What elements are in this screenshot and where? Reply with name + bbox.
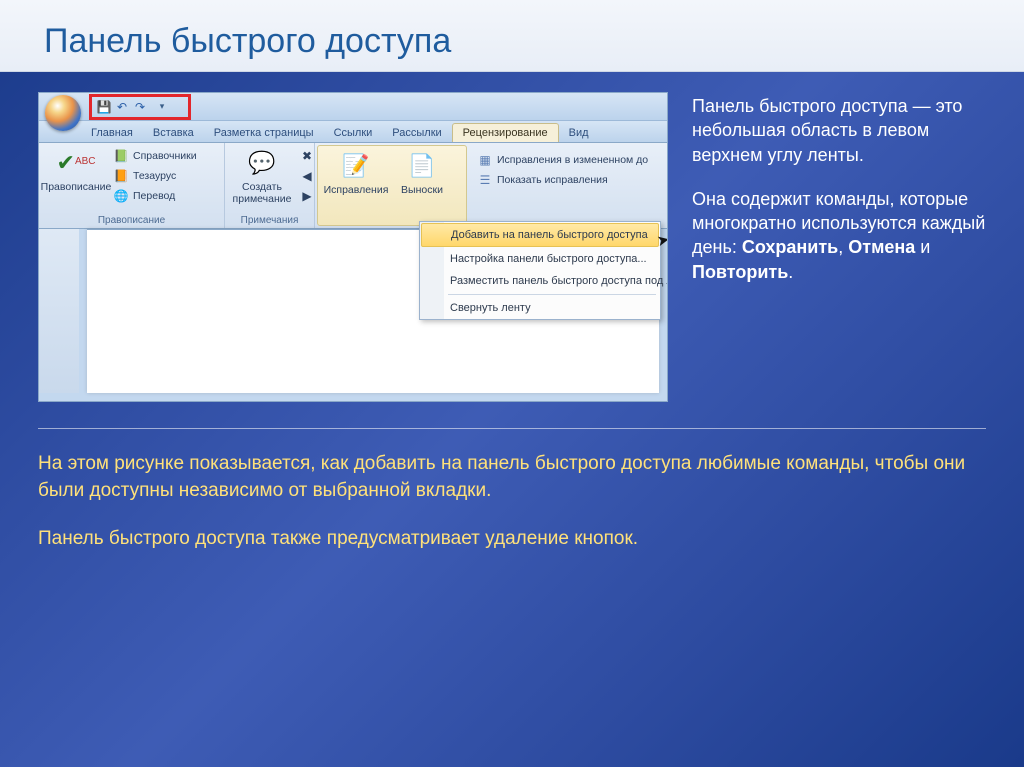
new-comment-button[interactable]: 💬 Создать примечание	[233, 147, 291, 205]
comment-next-button[interactable]: ▶	[299, 187, 315, 205]
menu-customize-qat[interactable]: Настройка панели быстрого доступа...	[420, 248, 660, 270]
document-gutter	[39, 229, 79, 393]
balloons-button[interactable]: 📄 Выноски	[394, 150, 450, 196]
bottom-paragraph-1: На этом рисунке показывается, как добави…	[38, 451, 986, 504]
thesaurus-icon: 📙	[113, 168, 129, 184]
balloons-label: Выноски	[401, 184, 443, 196]
bold-redo: Повторить	[692, 262, 788, 282]
menu-separator	[448, 294, 656, 295]
thesaurus-button[interactable]: 📙Тезаурус	[113, 167, 197, 185]
group-label-spelling: Правописание	[47, 213, 216, 226]
ribbon-group-spelling: ✔ABC Правописание 📗Справочники 📙Тезаурус…	[39, 143, 225, 228]
save-icon[interactable]: 💾	[96, 99, 112, 115]
bottom-paragraph-2: Панель быстрого доступа также предусматр…	[38, 526, 986, 553]
context-menu: Добавить на панель быстрого доступа Наст…	[419, 221, 661, 320]
show-markup-icon: ☰	[477, 172, 493, 188]
slide-title: Панель быстрого доступа	[0, 0, 1024, 72]
spelling-label: Правописание	[41, 181, 112, 193]
group-label-comments: Примечания	[233, 213, 306, 226]
tab-home[interactable]: Главная	[81, 124, 143, 142]
bottom-explanation: На этом рисунке показывается, как добави…	[0, 435, 1024, 553]
ribbon-tabs: Главная Вставка Разметка страницы Ссылки…	[39, 121, 667, 143]
redo-icon[interactable]: ↷	[132, 99, 148, 115]
balloons-icon: 📄	[406, 150, 438, 182]
menu-qat-below-ribbon[interactable]: Разместить панель быстрого доступа под л…	[420, 270, 660, 292]
spelling-check-icon: ✔ABC	[60, 147, 92, 179]
show-markup-button[interactable]: ☰Показать исправления	[477, 171, 648, 189]
tab-mailings[interactable]: Рассылки	[382, 124, 451, 142]
quick-access-toolbar-highlight: 💾 ↶ ↷ ▾	[89, 94, 191, 120]
book-icon: 📗	[113, 148, 129, 164]
research-button[interactable]: 📗Справочники	[113, 147, 197, 165]
bold-undo: Отмена	[848, 237, 915, 257]
bold-save: Сохранить	[742, 237, 838, 257]
comment-prev-button[interactable]: ◀	[299, 167, 315, 185]
side-explanation: Панель быстрого доступа — это небольшая …	[692, 92, 986, 402]
title-bar: 💾 ↶ ↷ ▾	[39, 93, 667, 121]
comment-delete-button[interactable]: ✖	[299, 147, 315, 165]
ribbon-group-comments: 💬 Создать примечание ✖ ◀ ▶ Примечания	[225, 143, 315, 228]
delete-icon: ✖	[299, 148, 315, 164]
side-paragraph-2: Она содержит команды, которые многократн…	[692, 187, 986, 284]
tab-references[interactable]: Ссылки	[324, 124, 383, 142]
comment-icon: 💬	[246, 147, 278, 179]
side-paragraph-1: Панель быстрого доступа — это небольшая …	[692, 94, 986, 167]
tab-insert[interactable]: Вставка	[143, 124, 204, 142]
divider	[38, 428, 986, 429]
menu-add-to-qat[interactable]: Добавить на панель быстрого доступа	[421, 223, 659, 247]
track-changes-label: Исправления	[324, 184, 389, 196]
ribbon: ✔ABC Правописание 📗Справочники 📙Тезаурус…	[39, 143, 667, 229]
translate-icon: 🌐	[113, 188, 129, 204]
track-changes-icon: 📝	[340, 150, 372, 182]
new-comment-label: Создать примечание	[233, 181, 292, 205]
qat-dropdown-icon[interactable]: ▾	[154, 99, 170, 115]
ribbon-group-tracking: 📝 Исправления 📄 Выноски	[317, 145, 467, 226]
tab-view[interactable]: Вид	[559, 124, 599, 142]
ribbon-group-markup: ▦Исправления в измененном до ☰Показать и…	[469, 143, 667, 228]
office-button[interactable]	[45, 95, 81, 131]
tab-layout[interactable]: Разметка страницы	[204, 124, 324, 142]
markup-icon: ▦	[477, 152, 493, 168]
word-screenshot: 💾 ↶ ↷ ▾ Главная Вставка Разметка страниц…	[38, 92, 668, 402]
tab-review[interactable]: Рецензирование	[452, 123, 559, 142]
next-icon: ▶	[299, 188, 315, 204]
undo-icon[interactable]: ↶	[114, 99, 130, 115]
translate-button[interactable]: 🌐Перевод	[113, 187, 197, 205]
markup-display-button[interactable]: ▦Исправления в измененном до	[477, 151, 648, 169]
track-changes-button[interactable]: 📝 Исправления	[326, 150, 386, 196]
spelling-button[interactable]: ✔ABC Правописание	[47, 147, 105, 193]
prev-icon: ◀	[299, 168, 315, 184]
menu-minimize-ribbon[interactable]: Свернуть ленту	[420, 297, 660, 319]
